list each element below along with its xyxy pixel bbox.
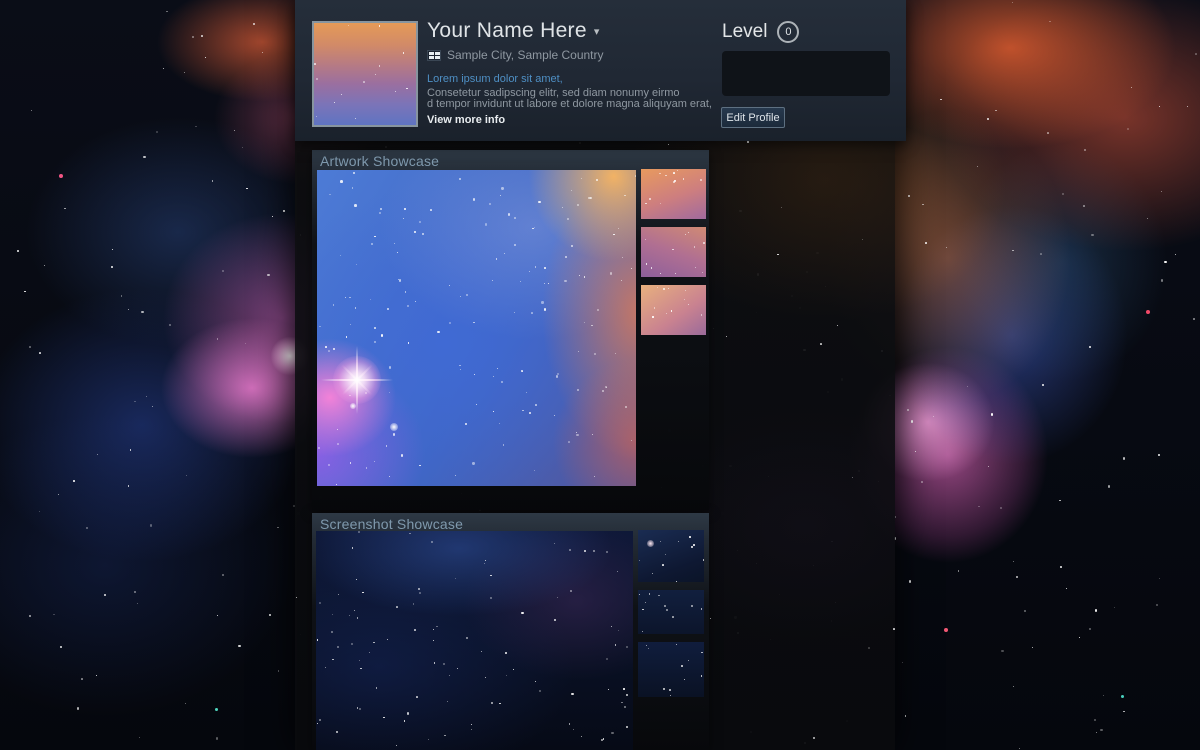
thumb-stars <box>641 227 706 277</box>
screenshot-showcase-panel: Screenshot Showcase <box>312 513 709 750</box>
avatar-image <box>314 23 416 125</box>
artwork-thumbnail[interactable] <box>641 285 706 335</box>
artwork-thumbnail[interactable] <box>641 169 706 219</box>
thumb-stars <box>641 169 706 219</box>
avatar[interactable] <box>312 21 418 127</box>
summary-line: d tempor invidunt ut labore et dolore ma… <box>427 99 712 111</box>
screenshot-main-image[interactable] <box>316 531 633 750</box>
bright-star <box>390 423 398 431</box>
artwork-thumbnails <box>641 169 706 343</box>
level-label: Level <box>722 21 767 43</box>
view-more-info-link[interactable]: View more info <box>427 114 505 126</box>
profile-header: Your Name Here ▾ Sample City, Sample Coun… <box>295 0 906 141</box>
screenshot-thumbnail[interactable] <box>638 590 704 634</box>
edit-profile-button[interactable]: Edit Profile <box>721 107 785 128</box>
profile-summary: Lorem ipsum dolor sit amet, Consetetur s… <box>427 74 712 111</box>
profile-name: Your Name Here <box>427 19 587 42</box>
avatar-stars <box>314 23 416 125</box>
summary-link[interactable]: Lorem ipsum dolor sit amet, <box>427 74 712 86</box>
thumb-stars <box>638 530 704 582</box>
thumb-stars <box>638 642 704 697</box>
artwork-showcase-panel: Artwork Showcase <box>312 150 709 510</box>
country-flag-icon <box>427 50 441 61</box>
screenshot-stars <box>316 531 633 750</box>
location-text: Sample City, Sample Country <box>447 48 604 62</box>
screenshot-thumbnail[interactable] <box>638 530 704 582</box>
bright-star <box>350 403 356 409</box>
level-badge[interactable]: 0 <box>777 21 799 43</box>
chevron-down-icon: ▾ <box>594 26 600 38</box>
artwork-main-image[interactable] <box>317 170 636 486</box>
thumb-stars <box>638 590 704 634</box>
level-row: Level 0 <box>722 21 799 43</box>
location-row: Sample City, Sample Country <box>427 48 604 62</box>
screenshot-showcase-title: Screenshot Showcase <box>320 516 463 532</box>
screenshot-thumbnail[interactable] <box>638 642 704 697</box>
screenshot-thumbnails <box>638 530 704 705</box>
artwork-stars <box>317 170 636 486</box>
artwork-thumbnail[interactable] <box>641 227 706 277</box>
badge-showcase-box <box>722 51 890 96</box>
thumb-stars <box>641 285 706 335</box>
profile-name-dropdown[interactable]: Your Name Here ▾ <box>427 19 600 43</box>
artwork-showcase-title: Artwork Showcase <box>320 153 439 169</box>
